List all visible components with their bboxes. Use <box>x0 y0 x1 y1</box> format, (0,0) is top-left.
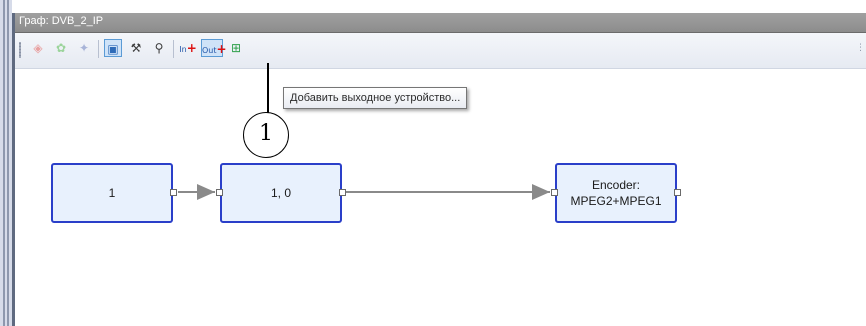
graph-node-encoder[interactable]: Encoder: MPEG2+MPEG1 <box>555 163 677 223</box>
node-label-line1: Encoder: <box>591 178 641 192</box>
output-port[interactable] <box>339 189 346 196</box>
output-port[interactable] <box>674 189 681 196</box>
callout-marker: 1 <box>243 112 289 158</box>
graph-node-source[interactable]: 1 <box>51 163 173 223</box>
callout-leader-line <box>267 63 269 118</box>
input-port[interactable] <box>216 189 223 196</box>
tooltip: Добавить выходное устройство... <box>283 87 468 109</box>
graph-node-filter[interactable]: 1, 0 <box>220 163 342 223</box>
node-label-line2: MPEG2+MPEG1 <box>570 194 662 208</box>
input-port[interactable] <box>551 189 558 196</box>
output-port[interactable] <box>170 189 177 196</box>
node-label: 1 <box>108 186 116 200</box>
node-label: 1, 0 <box>270 186 291 200</box>
